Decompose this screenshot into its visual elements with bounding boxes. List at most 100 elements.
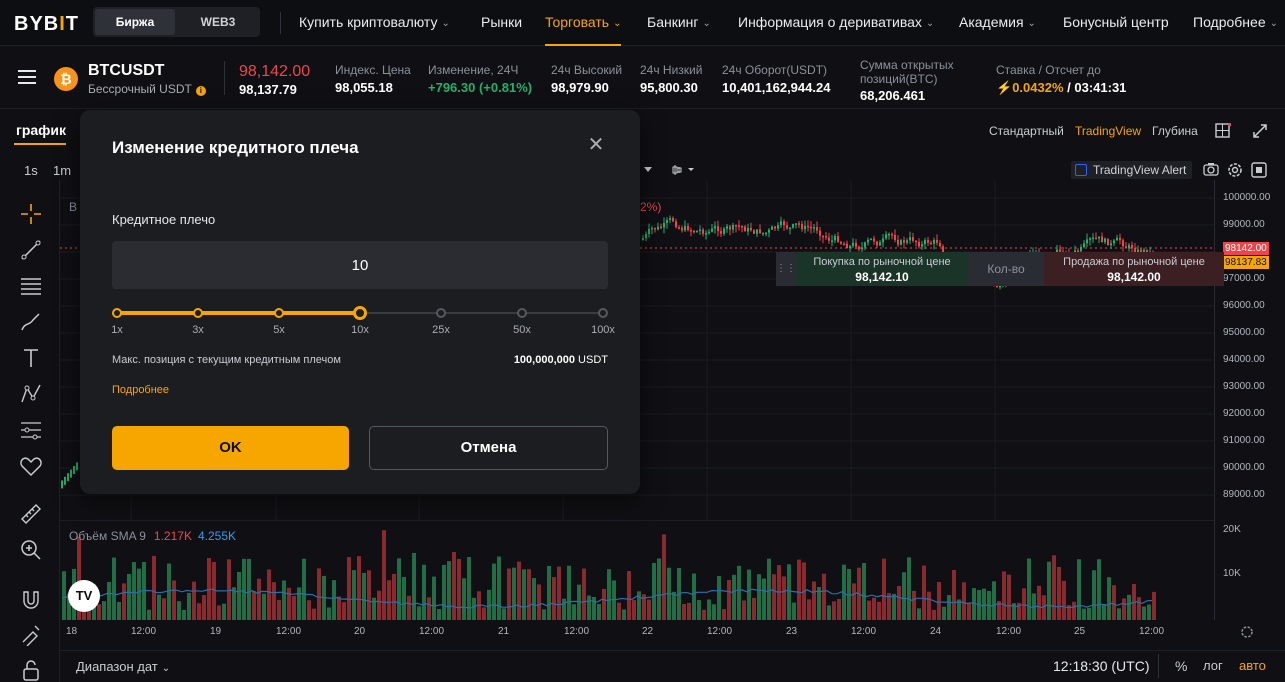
volume-bar xyxy=(237,571,241,620)
exchange-web3-switch: Биржа WEB3 xyxy=(93,7,260,37)
candle-type-icon[interactable] xyxy=(672,163,698,177)
tradingview-alert-button[interactable]: TradingView Alert xyxy=(1071,161,1193,179)
nav-item-3[interactable]: Банкинг ⌄ xyxy=(647,0,711,46)
slider-mark-label[interactable]: 25x xyxy=(432,324,450,336)
axis-settings-icon[interactable] xyxy=(1239,624,1255,640)
nav-item-2[interactable]: Торговать ⌄ xyxy=(545,0,622,46)
volume-bar xyxy=(1152,591,1156,620)
layout-grid-icon[interactable] xyxy=(1215,123,1231,139)
percent-scale-toggle[interactable]: % xyxy=(1175,658,1187,674)
slider-stop[interactable] xyxy=(193,308,203,318)
bybit-logo[interactable]: BYBIT xyxy=(14,13,79,36)
horizontal-lines-icon[interactable] xyxy=(19,274,43,298)
timeframe-1s[interactable]: 1s xyxy=(24,163,38,178)
view-standard[interactable]: Стандартный xyxy=(989,124,1064,138)
zoom-in-icon[interactable] xyxy=(19,538,43,562)
text-icon[interactable] xyxy=(19,346,43,370)
ruler-icon[interactable] xyxy=(19,502,43,526)
nav-item-4[interactable]: Информация о деривативах ⌄ xyxy=(738,0,934,46)
slider-stop[interactable] xyxy=(598,308,608,318)
chevron-down-icon[interactable] xyxy=(643,166,653,174)
symbol-name[interactable]: BTCUSDT xyxy=(88,62,164,80)
slider-stop[interactable] xyxy=(112,308,122,318)
exchange-toggle[interactable]: Биржа xyxy=(95,9,175,35)
leverage-slider[interactable] xyxy=(112,306,608,320)
x-axis-label: 12:00 xyxy=(851,626,877,637)
date-range-button[interactable]: Диапазон дат ⌄ xyxy=(76,659,170,674)
candle-body xyxy=(1086,239,1088,244)
view-depth[interactable]: Глубина xyxy=(1152,124,1198,138)
lock-icon[interactable] xyxy=(19,658,43,682)
candle-body xyxy=(801,224,803,230)
drag-handle-icon[interactable]: ⋮⋮ xyxy=(776,252,796,286)
volume-bar xyxy=(932,609,936,620)
volume-bar xyxy=(317,568,321,620)
info-icon[interactable]: i xyxy=(195,86,206,96)
trend-line-icon[interactable] xyxy=(19,238,43,262)
camera-icon[interactable] xyxy=(1203,162,1219,176)
slider-mark-label[interactable]: 3x xyxy=(192,324,204,336)
menu-icon[interactable] xyxy=(18,70,36,88)
market-sell-button[interactable]: Продажа по рыночной цене 98,142.00 xyxy=(1044,252,1224,286)
pattern-icon[interactable] xyxy=(19,382,43,406)
slider-mark-label[interactable]: 1x xyxy=(111,324,123,336)
learn-more-link[interactable]: Подробнее xyxy=(112,384,169,396)
candle-body xyxy=(843,243,845,246)
candle-body xyxy=(849,246,851,249)
auto-scale-toggle[interactable]: авто xyxy=(1239,658,1266,673)
tab-chart[interactable]: график xyxy=(16,122,66,138)
candle-body xyxy=(939,242,941,247)
candle-body xyxy=(708,231,710,234)
candle-body xyxy=(720,231,722,234)
candle-body xyxy=(846,243,848,249)
candle-body xyxy=(702,229,704,234)
candle-body xyxy=(1095,237,1097,240)
timeframe-1m[interactable]: 1m xyxy=(53,163,71,178)
view-tradingview[interactable]: TradingView xyxy=(1075,124,1141,138)
volume-bar xyxy=(147,609,151,620)
leverage-input[interactable] xyxy=(112,241,608,289)
lock-drawing-icon[interactable] xyxy=(19,622,43,646)
candle-body xyxy=(1119,237,1121,241)
quantity-input[interactable]: Кол-во xyxy=(968,252,1044,286)
candle-body xyxy=(855,242,857,247)
utc-clock[interactable]: 12:18:30 (UTC) xyxy=(1053,658,1149,674)
volume-bar xyxy=(287,587,291,620)
fullscreen-icon[interactable] xyxy=(1252,123,1268,139)
volume-bar xyxy=(922,565,926,620)
snapshot-icon[interactable] xyxy=(1251,162,1267,178)
candle-body xyxy=(786,225,788,229)
crosshair-icon[interactable] xyxy=(19,202,43,226)
nav-item-7[interactable]: Подробнее ⌄ xyxy=(1193,0,1278,46)
nav-item-1[interactable]: Рынки xyxy=(481,0,522,46)
candle-body xyxy=(744,226,746,232)
slider-stop[interactable] xyxy=(274,308,284,318)
slider-stop[interactable] xyxy=(436,308,446,318)
volume-bar xyxy=(217,605,221,620)
chevron-down-icon: ⌄ xyxy=(613,18,622,29)
nav-item-0[interactable]: Купить криптовалюту ⌄ xyxy=(299,0,450,46)
cancel-button[interactable]: Отмена xyxy=(369,426,608,470)
slider-mark-label[interactable]: 100x xyxy=(591,324,615,336)
prediction-icon[interactable] xyxy=(19,418,43,442)
magnet-icon[interactable] xyxy=(19,588,43,612)
market-buy-button[interactable]: Покупка по рыночной цене 98,142.10 xyxy=(796,252,968,286)
nav-item-5[interactable]: Академия ⌄ xyxy=(959,0,1036,46)
settings-gear-icon[interactable] xyxy=(1227,162,1243,178)
candle-body xyxy=(813,227,815,229)
volume-bar xyxy=(1127,594,1131,620)
slider-mark-label[interactable]: 50x xyxy=(513,324,531,336)
tradingview-logo[interactable]: TV xyxy=(68,580,100,612)
log-scale-toggle[interactable]: лог xyxy=(1203,658,1223,673)
heart-icon[interactable] xyxy=(19,454,43,478)
slider-mark-label[interactable]: 5x xyxy=(273,324,285,336)
web3-toggle[interactable]: WEB3 xyxy=(179,9,257,35)
slider-stop[interactable] xyxy=(517,308,527,318)
close-icon[interactable]: ✕ xyxy=(585,134,607,156)
slider-mark-label[interactable]: 10x xyxy=(351,324,369,336)
slider-stop[interactable] xyxy=(353,306,367,320)
funding-separator: / xyxy=(1063,80,1075,95)
nav-item-6[interactable]: Бонусный центр xyxy=(1063,0,1169,46)
brush-icon[interactable] xyxy=(19,310,43,334)
ok-button[interactable]: OK xyxy=(112,426,349,470)
